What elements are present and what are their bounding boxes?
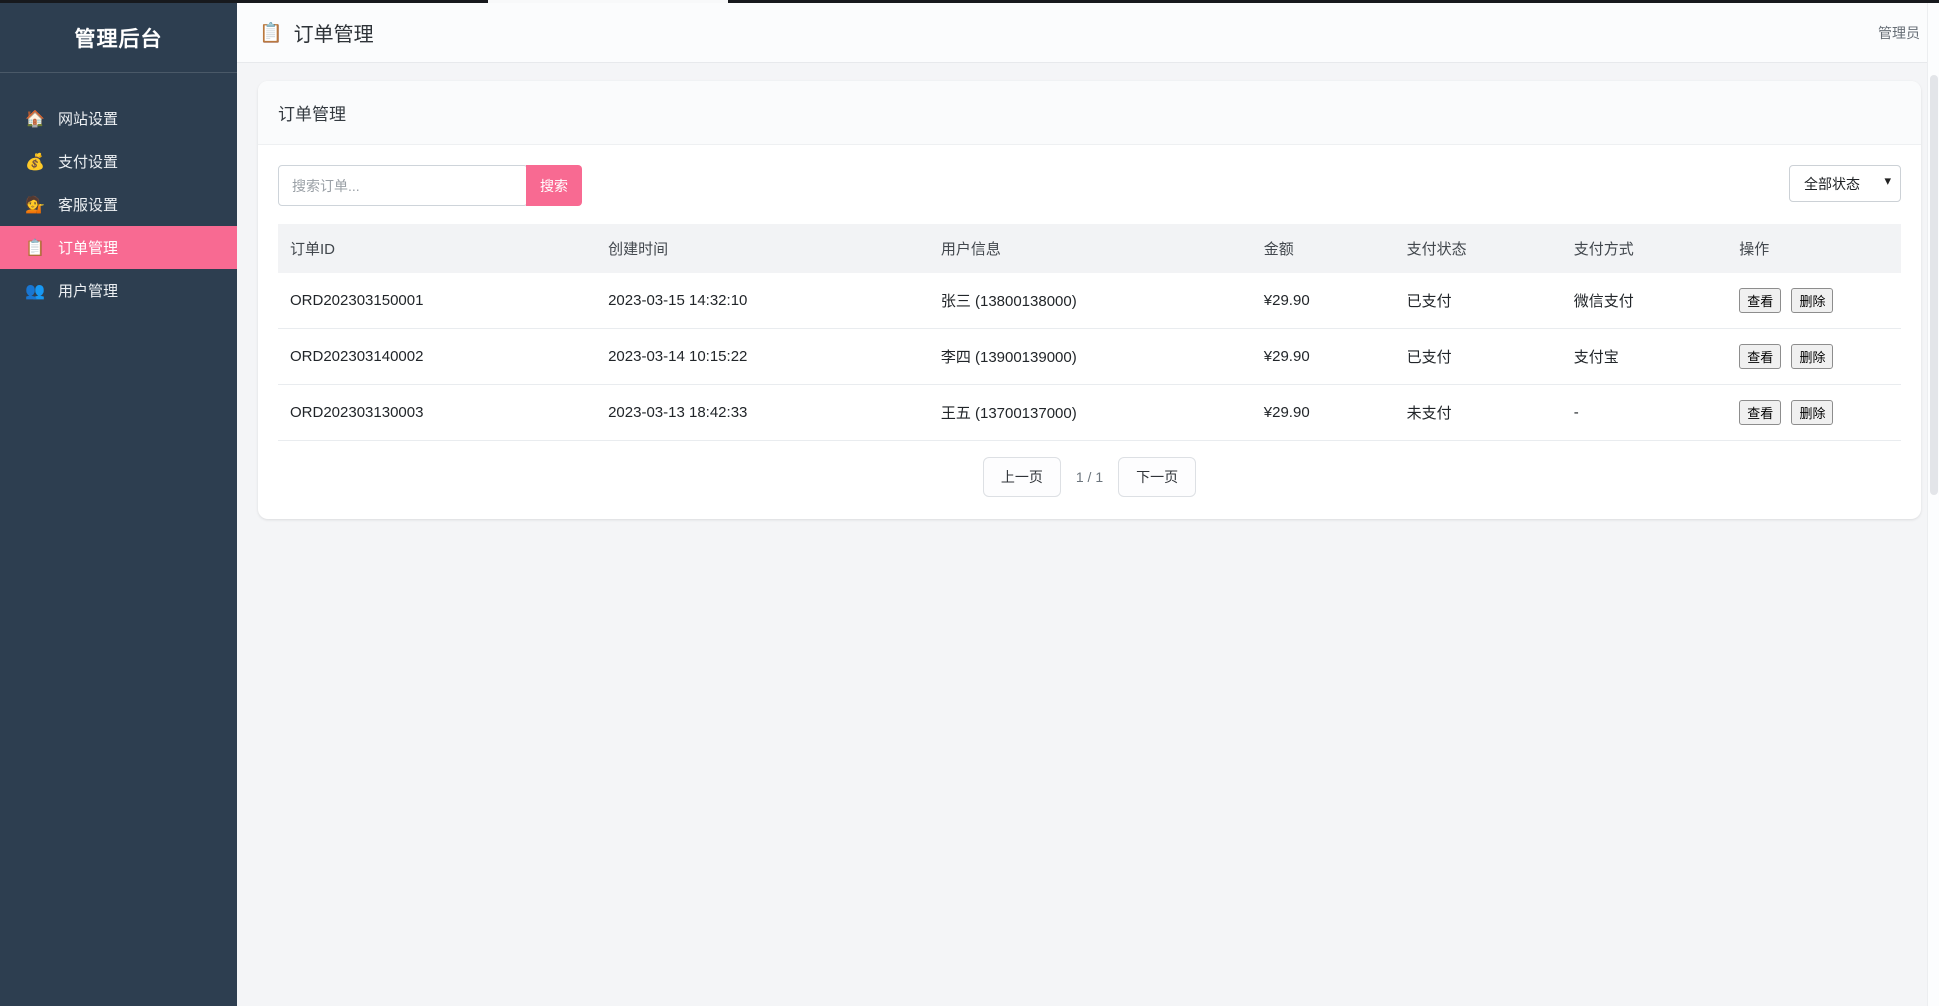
prev-page-button[interactable]: 上一页 <box>983 457 1061 497</box>
user-info: 张三 (13800138000) <box>929 273 1252 329</box>
user-info: 王五 (13700137000) <box>929 385 1252 441</box>
sidebar-item-label: 订单管理 <box>58 237 118 258</box>
sidebar-item-label: 网站设置 <box>58 108 118 129</box>
col-amount: 金额 <box>1252 224 1395 273</box>
sidebar: 管理后台 🏠 网站设置 💰 支付设置 💁 客服设置 📋 订单管理 👥 用户管理 <box>0 0 237 1006</box>
orders-card: 订单管理 搜索 全部状态 ▾ <box>258 81 1921 519</box>
card-body: 搜索 全部状态 ▾ <box>258 145 1921 519</box>
content-area: 订单管理 搜索 全部状态 ▾ <box>237 63 1939 1006</box>
status-filter-select[interactable]: 全部状态 <box>1789 165 1901 202</box>
table-header-row: 订单ID 创建时间 用户信息 金额 支付状态 支付方式 操作 <box>278 224 1901 273</box>
clipboard-icon: 📋 <box>25 238 45 258</box>
row-actions: 查看 删除 <box>1727 385 1901 441</box>
col-actions: 操作 <box>1727 224 1901 273</box>
sidebar-nav: 🏠 网站设置 💰 支付设置 💁 客服设置 📋 订单管理 👥 用户管理 <box>0 73 237 312</box>
pay-status: 已支付 <box>1395 329 1562 385</box>
view-button[interactable]: 查看 <box>1739 400 1781 425</box>
card-title: 订单管理 <box>258 81 1921 145</box>
money-bag-icon: 💰 <box>25 152 45 172</box>
order-id: ORD202303130003 <box>278 385 596 441</box>
window-top-edge-gap <box>488 0 728 3</box>
sidebar-item-label: 支付设置 <box>58 151 118 172</box>
table-row: ORD202303130003 2023-03-13 18:42:33 王五 (… <box>278 385 1901 441</box>
created-at: 2023-03-14 10:15:22 <box>596 329 929 385</box>
delete-button[interactable]: 删除 <box>1791 344 1833 369</box>
admin-app: 管理后台 🏠 网站设置 💰 支付设置 💁 客服设置 📋 订单管理 👥 用户管理 <box>0 0 1939 1006</box>
next-page-button[interactable]: 下一页 <box>1118 457 1196 497</box>
current-user-label: 管理员 <box>1878 23 1920 43</box>
status-filter-wrap: 全部状态 ▾ <box>1789 165 1901 202</box>
delete-button[interactable]: 删除 <box>1791 400 1833 425</box>
sidebar-item-order-management[interactable]: 📋 订单管理 <box>0 226 237 269</box>
row-actions: 查看 删除 <box>1727 273 1901 329</box>
pagination: 上一页 1 / 1 下一页 <box>278 441 1901 509</box>
orders-toolbar: 搜索 全部状态 ▾ <box>278 165 1901 206</box>
col-created-at: 创建时间 <box>596 224 929 273</box>
created-at: 2023-03-15 14:32:10 <box>596 273 929 329</box>
top-header: 📋 订单管理 管理员 <box>237 3 1939 63</box>
page-title: 📋 订单管理 <box>259 18 374 47</box>
window-top-edge <box>0 0 1939 3</box>
order-id: ORD202303140002 <box>278 329 596 385</box>
pay-method: - <box>1562 385 1728 441</box>
support-person-icon: 💁 <box>25 195 45 215</box>
delete-button[interactable]: 删除 <box>1791 288 1833 313</box>
created-at: 2023-03-13 18:42:33 <box>596 385 929 441</box>
search-group: 搜索 <box>278 165 582 206</box>
page-title-text: 订单管理 <box>294 18 374 47</box>
sidebar-item-label: 客服设置 <box>58 194 118 215</box>
col-pay-status: 支付状态 <box>1395 224 1562 273</box>
sidebar-title: 管理后台 <box>0 3 237 72</box>
sidebar-item-user-management[interactable]: 👥 用户管理 <box>0 269 237 312</box>
home-icon: 🏠 <box>25 109 45 129</box>
row-actions: 查看 删除 <box>1727 329 1901 385</box>
col-user-info: 用户信息 <box>929 224 1252 273</box>
col-pay-method: 支付方式 <box>1562 224 1728 273</box>
orders-table: 订单ID 创建时间 用户信息 金额 支付状态 支付方式 操作 O <box>278 224 1901 441</box>
col-order-id: 订单ID <box>278 224 596 273</box>
table-row: ORD202303150001 2023-03-15 14:32:10 张三 (… <box>278 273 1901 329</box>
pay-status: 已支付 <box>1395 273 1562 329</box>
pay-status: 未支付 <box>1395 385 1562 441</box>
table-row: ORD202303140002 2023-03-14 10:15:22 李四 (… <box>278 329 1901 385</box>
view-button[interactable]: 查看 <box>1739 288 1781 313</box>
amount: ¥29.90 <box>1252 329 1395 385</box>
main-area: 📋 订单管理 管理员 订单管理 搜索 全部状态 <box>237 0 1939 1006</box>
amount: ¥29.90 <box>1252 385 1395 441</box>
scrollbar-thumb[interactable] <box>1930 75 1938 495</box>
amount: ¥29.90 <box>1252 273 1395 329</box>
search-button[interactable]: 搜索 <box>526 165 582 206</box>
pay-method: 微信支付 <box>1562 273 1728 329</box>
user-info: 李四 (13900139000) <box>929 329 1252 385</box>
clipboard-icon: 📋 <box>259 21 283 45</box>
search-input[interactable] <box>278 165 528 206</box>
vertical-scrollbar[interactable] <box>1927 3 1939 1006</box>
users-icon: 👥 <box>25 281 45 301</box>
pay-method: 支付宝 <box>1562 329 1728 385</box>
sidebar-item-site-settings[interactable]: 🏠 网站设置 <box>0 97 237 140</box>
order-id: ORD202303150001 <box>278 273 596 329</box>
sidebar-item-payment-settings[interactable]: 💰 支付设置 <box>0 140 237 183</box>
view-button[interactable]: 查看 <box>1739 344 1781 369</box>
sidebar-item-support-settings[interactable]: 💁 客服设置 <box>0 183 237 226</box>
sidebar-item-label: 用户管理 <box>58 280 118 301</box>
page-info: 1 / 1 <box>1076 469 1103 485</box>
